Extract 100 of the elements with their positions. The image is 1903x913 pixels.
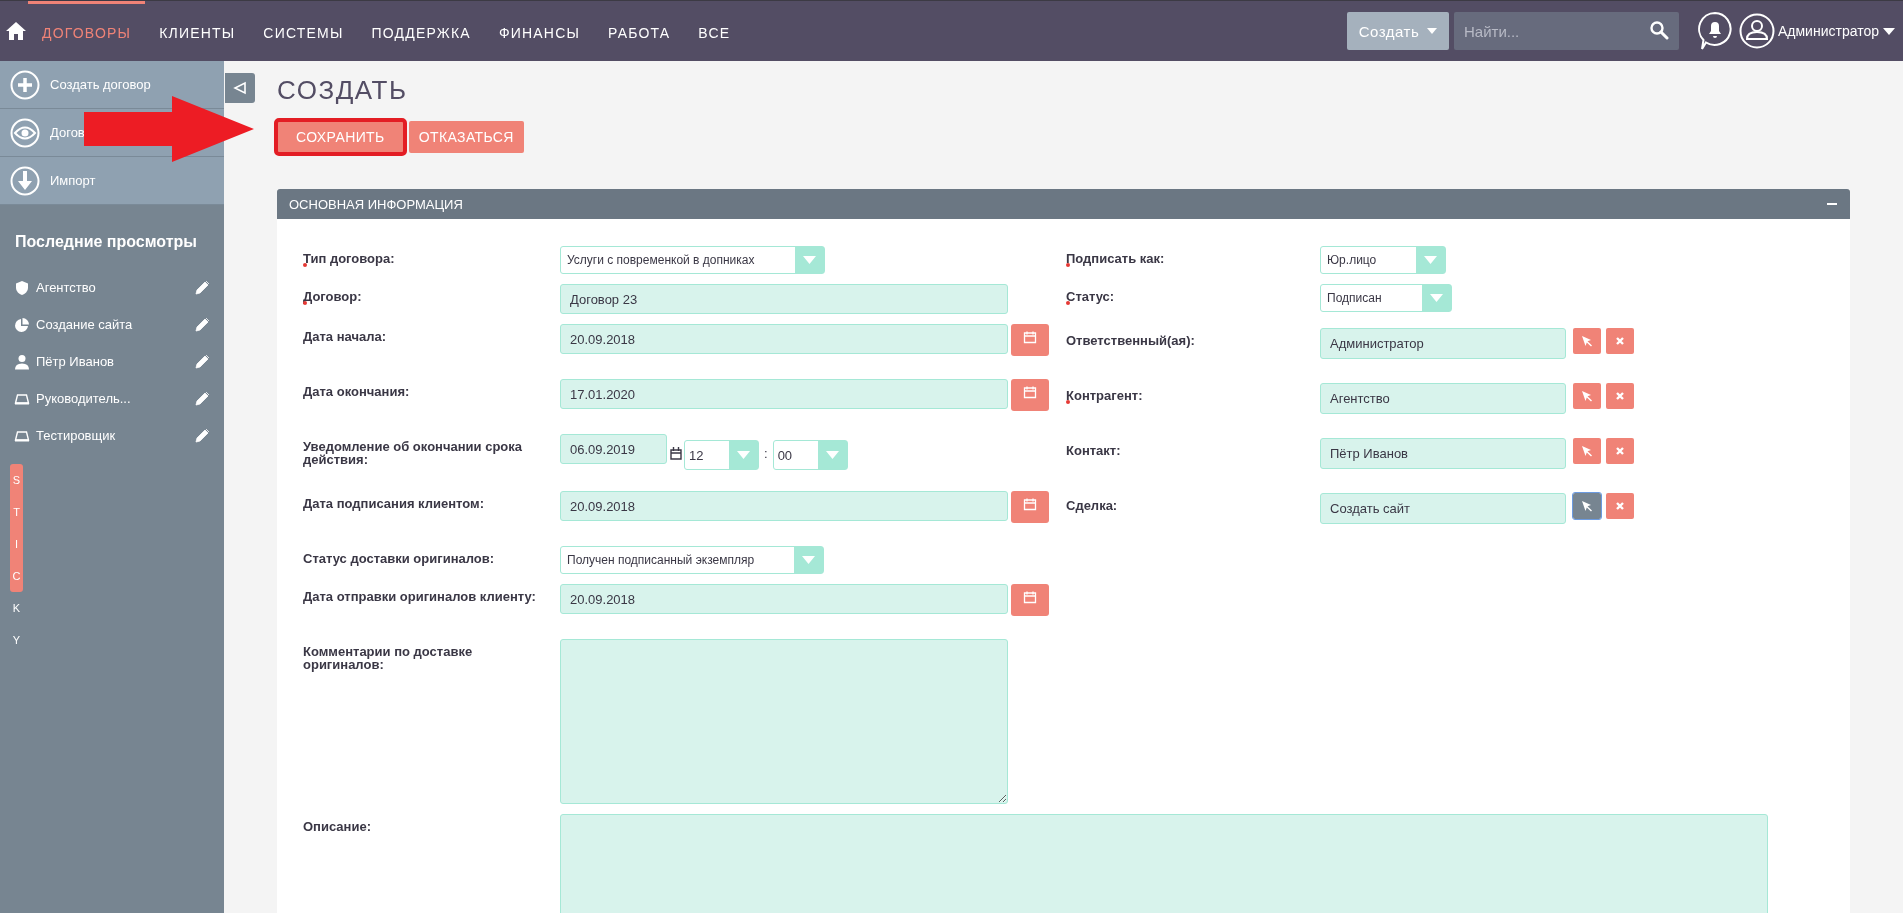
user-avatar-icon[interactable]: [1739, 13, 1775, 49]
pencil-icon[interactable]: [195, 354, 210, 369]
recent-item[interactable]: Пётр Иванов: [36, 354, 189, 369]
section-title: Последние просмотры: [15, 233, 198, 251]
field-label: Комментарии по доставке оригиналов:: [303, 643, 474, 671]
index-letter[interactable]: Y: [10, 624, 23, 656]
select-button[interactable]: [1573, 328, 1601, 354]
search-field[interactable]: Найти...: [1454, 12, 1679, 50]
date-field[interactable]: 20.09.2018: [560, 324, 1008, 354]
triangle-icon: [233, 81, 247, 95]
text-field[interactable]: Договор 23: [560, 284, 1008, 314]
text-field[interactable]: Администратор: [1320, 328, 1566, 359]
caret-icon: [1427, 28, 1438, 34]
user-name[interactable]: Администратор: [1778, 23, 1879, 39]
calendar-icon: [1023, 497, 1037, 511]
bell-icon[interactable]: [1697, 11, 1733, 51]
time-separator: :: [764, 446, 768, 461]
pencil-icon[interactable]: [195, 317, 210, 332]
cursor-icon: [1581, 335, 1593, 347]
search-icon[interactable]: [1649, 20, 1669, 40]
caret-icon: [1429, 294, 1443, 302]
nav-tab[interactable]: ПОДДЕРЖКА: [357, 1, 485, 61]
field-label: Статус:: [1066, 288, 1116, 303]
close-icon: [1614, 500, 1626, 512]
field-label: Контрагент:: [1066, 387, 1144, 402]
home-icon[interactable]: [6, 21, 26, 41]
calendar-button[interactable]: [1011, 491, 1049, 523]
hour-dropdown[interactable]: 12: [684, 440, 759, 470]
select-button[interactable]: [1573, 438, 1601, 464]
close-icon: [1614, 445, 1626, 457]
cursor-icon: [1581, 500, 1593, 512]
nav-tab[interactable]: КЛИЕНТЫ: [145, 1, 250, 61]
text-field[interactable]: Создать сайт: [1320, 493, 1566, 524]
clear-button[interactable]: [1606, 438, 1634, 464]
nav-tab[interactable]: ФИНАНСЫ: [484, 1, 595, 61]
calendar-button[interactable]: [1011, 584, 1049, 616]
date-field[interactable]: 20.09.2018: [560, 584, 1008, 614]
date-field[interactable]: 20.09.2018: [560, 491, 1008, 521]
caret-icon: [1424, 256, 1438, 264]
nav-tab[interactable]: РАБОТА: [594, 1, 685, 61]
dropdown[interactable]: Подписан: [1320, 284, 1452, 312]
calendar-icon: [1023, 385, 1037, 399]
select-button[interactable]: [1573, 383, 1601, 409]
calendar-icon: [670, 446, 682, 460]
caret-icon: [825, 451, 839, 459]
minute-dropdown[interactable]: 00: [772, 440, 848, 470]
pencil-icon[interactable]: [195, 428, 210, 443]
comment-field[interactable]: [560, 639, 1008, 804]
eye-icon: [10, 117, 40, 148]
text-field[interactable]: Пётр Иванов: [1320, 438, 1566, 469]
clear-button[interactable]: [1606, 493, 1634, 519]
field-label: Статус доставки оригиналов:: [303, 550, 496, 565]
recent-item[interactable]: Агентство: [36, 280, 189, 295]
field-label: Ответственный(ая):: [1066, 332, 1196, 347]
dropdown[interactable]: Получен подписанный экземпляр: [560, 546, 825, 574]
download-icon: [10, 165, 40, 196]
dropdown[interactable]: Услуги с повременкой в допниках: [560, 246, 825, 274]
index-letter[interactable]: K: [10, 592, 23, 624]
calendar-button[interactable]: [1011, 324, 1049, 356]
pie-chart-icon: [14, 316, 30, 333]
calendar-icon: [1023, 590, 1037, 604]
pencil-icon[interactable]: [195, 280, 210, 295]
clear-button[interactable]: [1606, 328, 1634, 354]
caret-icon[interactable]: [1883, 27, 1895, 35]
field-label: Договор:: [303, 288, 363, 303]
caret-icon: [802, 256, 816, 264]
nav-tab[interactable]: ВСЕ: [684, 1, 745, 61]
panel-title: ОСНОВНАЯ ИНФОРМАЦИЯ: [289, 196, 464, 212]
shield-icon: [14, 279, 30, 296]
field-label: Дата начала:: [303, 328, 388, 343]
dropdown[interactable]: Юр.лицо: [1320, 246, 1447, 274]
nav-tab[interactable]: СИСТЕМЫ: [249, 1, 358, 61]
field-label: Сделка:: [1066, 497, 1119, 512]
date-field[interactable]: 06.09.2019: [560, 434, 667, 464]
collapse-button[interactable]: [225, 73, 255, 103]
field-label: Дата отправки оригиналов клиенту:: [303, 588, 537, 603]
recent-item[interactable]: Создание сайта: [36, 317, 189, 332]
date-field[interactable]: 17.01.2020: [560, 379, 1008, 409]
close-icon: [1614, 335, 1626, 347]
field-label: Дата окончания:: [303, 383, 411, 398]
pencil-icon[interactable]: [195, 391, 210, 406]
calendar-button[interactable]: [1011, 379, 1049, 411]
plus-icon: [10, 69, 40, 100]
text-field[interactable]: Агентство: [1320, 383, 1566, 414]
page-title: СОЗДАТЬ: [277, 75, 409, 107]
clear-button[interactable]: [1606, 383, 1634, 409]
field-label: Подписать как:: [1066, 250, 1166, 265]
recent-item[interactable]: Тестировщик: [36, 428, 189, 443]
field-label: Контакт:: [1066, 442, 1122, 457]
person-icon: [14, 353, 30, 370]
select-button[interactable]: [1573, 493, 1601, 519]
field-label: Описание:: [303, 818, 372, 836]
field-label: Дата подписания клиентом:: [303, 495, 485, 510]
recent-item[interactable]: Руководитель...: [36, 391, 189, 406]
cursor-icon: [1581, 445, 1593, 457]
field-label: Уведомление об окончании срока действия:: [303, 438, 523, 466]
calendar-icon: [1023, 330, 1037, 344]
close-icon: [1614, 390, 1626, 402]
field-label: Тип договора:: [303, 250, 396, 265]
caret-icon: [737, 451, 750, 459]
